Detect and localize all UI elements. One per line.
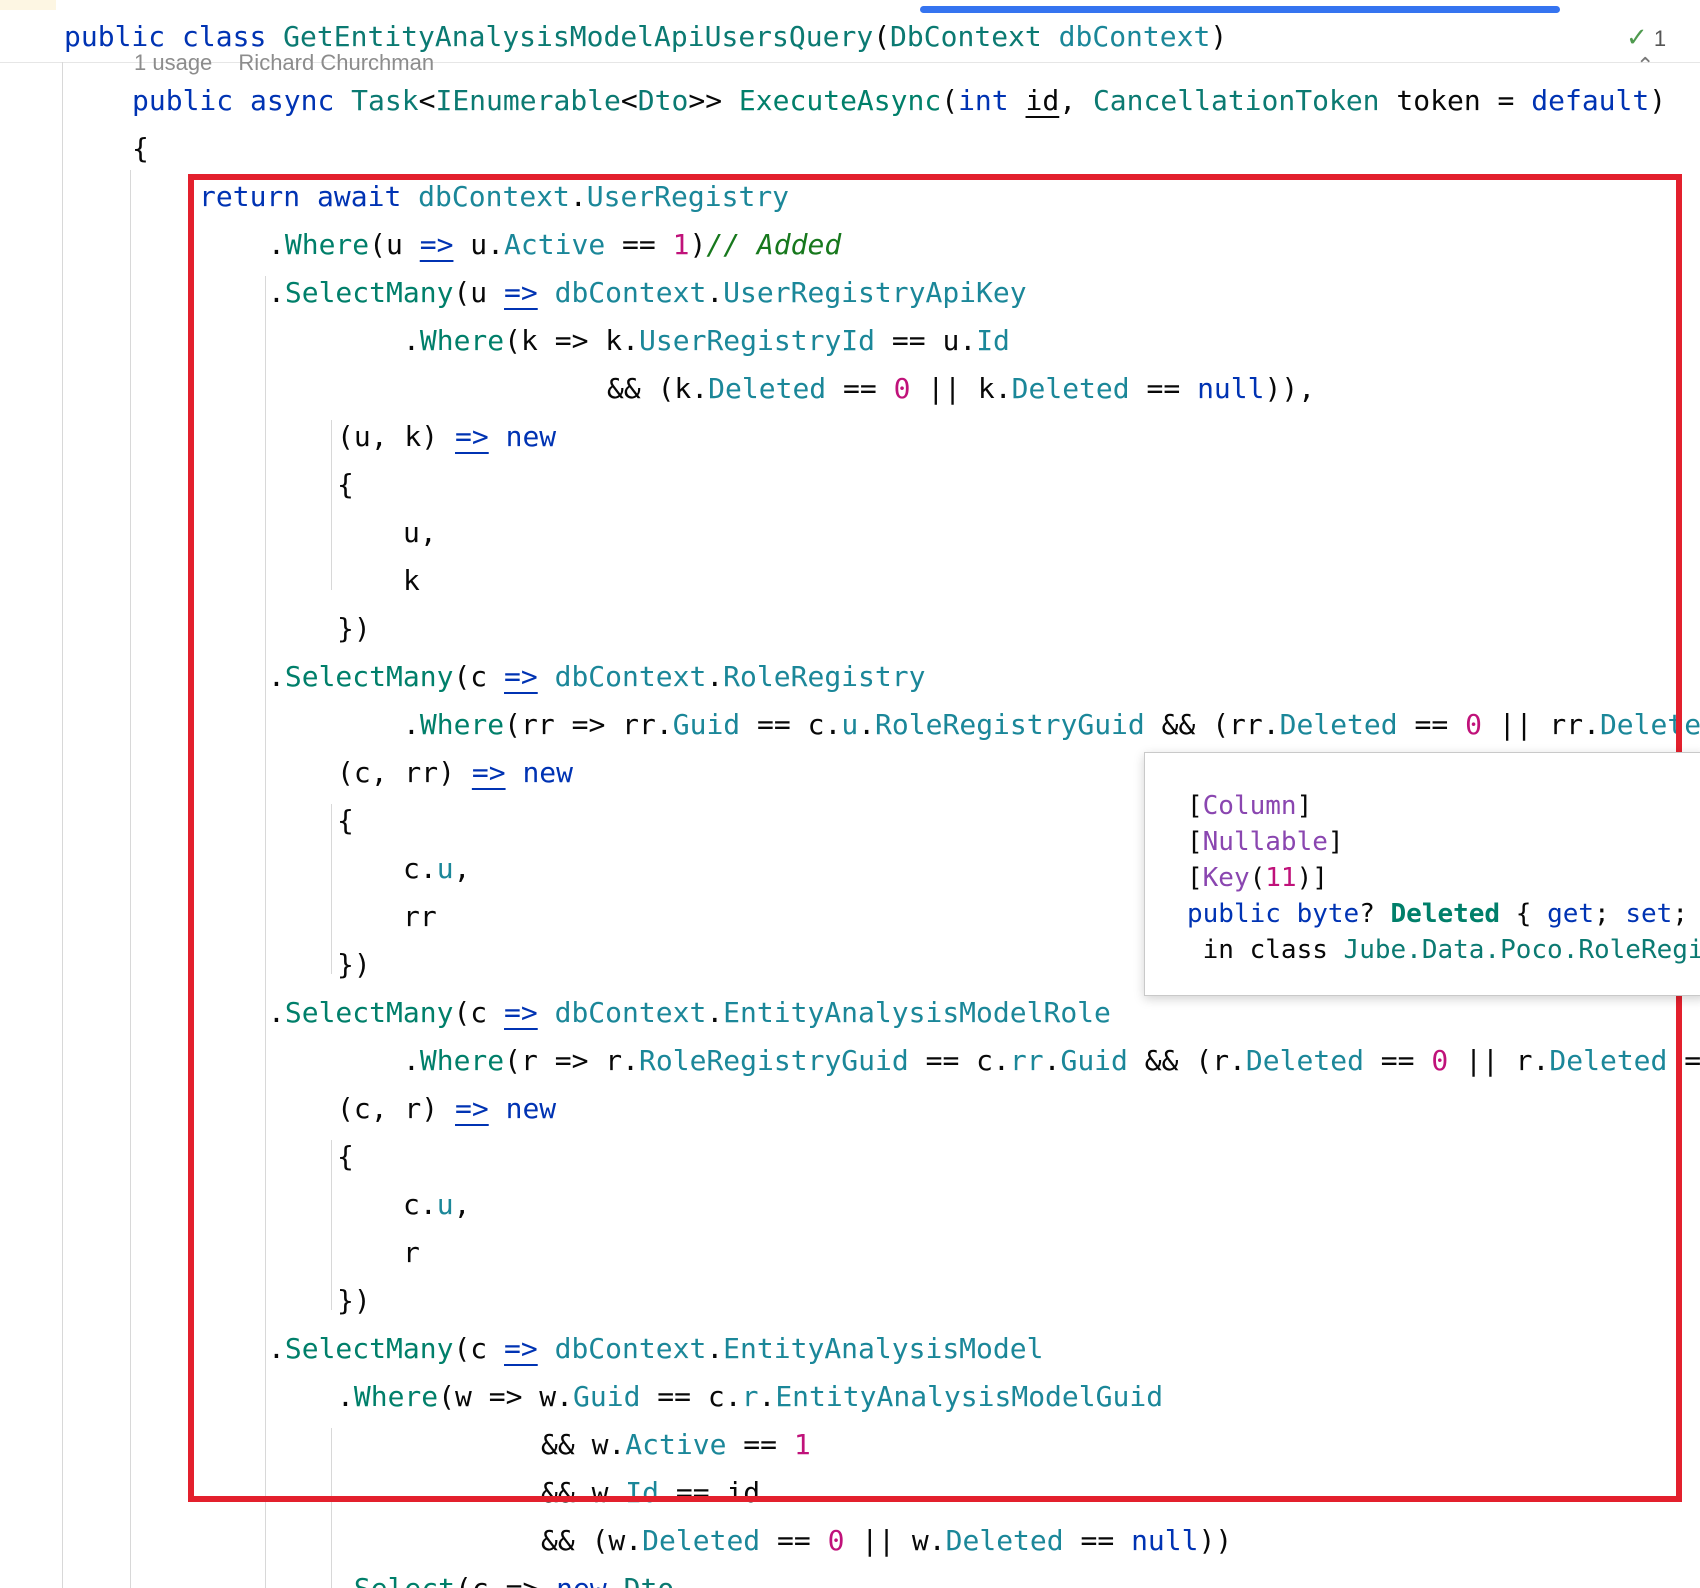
code-token: id <box>1025 84 1060 117</box>
code-token: byte <box>1296 899 1360 929</box>
inspection-widget[interactable]: ✓ 1 ⌃ <box>1626 22 1700 79</box>
code-token: Jube.Data.Poco.RoleRegistry <box>1343 935 1700 965</box>
code-token: Key <box>1202 863 1250 893</box>
gutter-marker <box>0 0 56 10</box>
code-token: ( <box>1249 863 1266 893</box>
code-token: Deleted <box>945 1524 1064 1557</box>
code-token: IEnumerable <box>435 84 621 117</box>
code-token: async <box>250 84 335 117</box>
code-token: [ <box>1187 863 1203 893</box>
indent-guide <box>62 62 63 1588</box>
code-token: public <box>64 20 166 53</box>
code-token: 11 <box>1265 863 1297 893</box>
code-token: GetEntityAnalysisModelApiUsersQuery <box>283 20 874 53</box>
code-token: Dto <box>637 84 689 117</box>
code-token: )] <box>1296 863 1328 893</box>
code-token: CancellationToken <box>1092 84 1380 117</box>
code-token: ( <box>873 20 891 53</box>
indent-guide <box>130 170 131 1588</box>
code-token: >> <box>688 84 739 117</box>
code-token: DbContext <box>890 20 1042 53</box>
code-token: Select <box>354 1572 455 1588</box>
code-token: int <box>958 84 1009 117</box>
scroll-progress-bar <box>920 6 1560 13</box>
code-token: [ <box>1187 827 1203 857</box>
code-token: == <box>1063 1524 1132 1557</box>
tooltip-line: public byte? Deleted { get; set; } <box>1187 897 1700 931</box>
code-token: 0 <box>827 1524 845 1557</box>
code-token: ] <box>1296 791 1313 821</box>
code-line[interactable]: public async Task<IEnumerable<Dto>> Exec… <box>132 84 1666 118</box>
code-token: new <box>556 1572 607 1588</box>
tooltip-line: [Key(11)] <box>1187 861 1328 895</box>
code-token: in class <box>1187 935 1344 965</box>
code-token: default <box>1531 84 1650 117</box>
code-editor[interactable]: ✓ 1 ⌃ 1 usage Richard Churchman public c… <box>0 0 1700 1588</box>
code-token: null <box>1131 1524 1199 1557</box>
code-token: Column <box>1202 791 1297 821</box>
code-line[interactable]: { <box>132 132 149 166</box>
code-token: || w. <box>844 1524 946 1557</box>
code-token: < <box>418 84 436 117</box>
tooltip-line: [Nullable] <box>1187 825 1344 859</box>
code-token: )) <box>1198 1524 1233 1557</box>
code-line[interactable]: public class GetEntityAnalysisModelApiUs… <box>64 20 1227 54</box>
code-token: < <box>620 84 638 117</box>
code-token: get <box>1547 899 1595 929</box>
code-token: Dto <box>624 1572 675 1588</box>
code-token: Deleted <box>642 1524 761 1557</box>
code-token: set <box>1625 899 1673 929</box>
code-token: [ <box>1187 791 1203 821</box>
code-token: class <box>182 20 267 53</box>
code-token: (c => <box>455 1572 556 1588</box>
code-token: public <box>132 84 234 117</box>
code-token: ; <box>1594 899 1626 929</box>
code-token: == <box>760 1524 828 1557</box>
chevron-up-icon[interactable]: ⌃ <box>1636 53 1654 78</box>
code-token: { <box>132 132 149 165</box>
tooltip-line: [Column] <box>1187 789 1312 823</box>
code-token: Task <box>351 84 419 117</box>
code-token: ] <box>1327 827 1344 857</box>
code-token: ExecuteAsync <box>738 84 942 117</box>
code-token: . <box>337 1572 354 1588</box>
code-token: ; } <box>1672 899 1688 929</box>
code-token: , <box>1059 84 1093 117</box>
code-token: ? <box>1359 899 1391 929</box>
code-token: Deleted <box>1390 899 1501 929</box>
code-token: Nullable <box>1202 827 1328 857</box>
code-token: { <box>1500 899 1548 929</box>
code-token: && (w. <box>541 1524 643 1557</box>
code-token: ( <box>941 84 959 117</box>
code-token: token = <box>1379 84 1532 117</box>
check-icon: ✓ <box>1626 22 1648 52</box>
code-token: public <box>1187 899 1281 929</box>
code-line[interactable]: .Select(c => new Dto <box>337 1572 674 1588</box>
code-line[interactable]: && (w.Deleted == 0 || w.Deleted == null)… <box>541 1524 1232 1558</box>
quick-documentation-tooltip[interactable]: [Column] [Nullable] [Key(11)] public byte? … <box>1144 752 1700 996</box>
inspection-count: 1 <box>1653 26 1667 51</box>
code-token: dbContext <box>1058 20 1211 53</box>
code-token: ) <box>1649 84 1667 117</box>
code-token: ) <box>1210 20 1228 53</box>
tooltip-line: in class Jube.Data.Poco.RoleRegistry <box>1187 933 1700 967</box>
